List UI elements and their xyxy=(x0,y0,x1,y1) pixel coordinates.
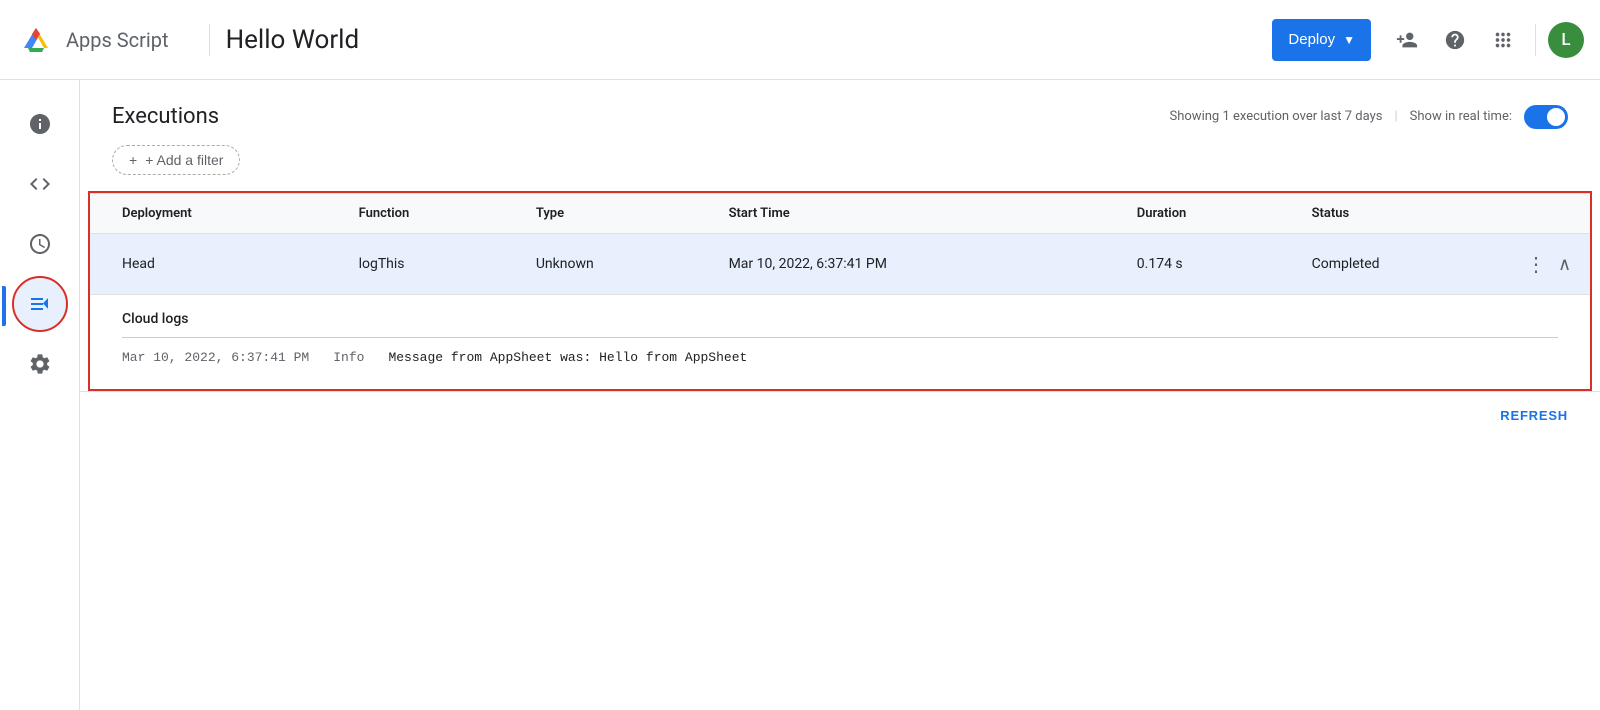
refresh-footer: REFRESH xyxy=(80,391,1600,439)
realtime-toggle[interactable]: ✓ xyxy=(1524,105,1568,129)
info-icon xyxy=(28,112,52,136)
executions-header: Executions Showing 1 execution over last… xyxy=(80,80,1600,145)
code-icon xyxy=(28,172,52,196)
log-timestamp: Mar 10, 2022, 6:37:41 PM xyxy=(122,350,309,365)
add-filter-label: + Add a filter xyxy=(145,152,223,168)
header-right-icons: L xyxy=(1387,20,1584,60)
sidebar-item-editor[interactable] xyxy=(12,156,68,212)
col-actions xyxy=(1510,194,1590,234)
add-filter-icon: + xyxy=(129,152,137,168)
executions-red-border-wrapper: Deployment Function Type Start Time Dura… xyxy=(88,191,1592,391)
log-level: Info xyxy=(333,350,364,365)
executions-icon xyxy=(28,292,52,316)
app-name-label: Apps Script xyxy=(66,28,169,52)
apps-script-logo xyxy=(16,20,56,60)
sidebar xyxy=(0,80,80,710)
executions-table: Deployment Function Type Start Time Dura… xyxy=(90,193,1590,294)
settings-icon xyxy=(28,352,52,376)
log-entry: Mar 10, 2022, 6:37:41 PM Info Message fr… xyxy=(122,350,1558,365)
header-vertical-divider xyxy=(209,24,210,56)
content-area: Executions Showing 1 execution over last… xyxy=(80,80,1600,710)
cell-start-time: Mar 10, 2022, 6:37:41 PM xyxy=(713,234,1121,295)
triggers-icon xyxy=(28,232,52,256)
header: Apps Script Hello World Deploy ▼ L xyxy=(0,0,1600,80)
col-type: Type xyxy=(520,194,713,234)
executions-meta-showing: Showing 1 execution over last 7 days xyxy=(1170,109,1383,124)
cloud-logs-divider xyxy=(122,337,1558,338)
main-layout: Executions Showing 1 execution over last… xyxy=(0,80,1600,710)
help-button[interactable] xyxy=(1435,20,1475,60)
col-function: Function xyxy=(343,194,520,234)
deploy-chevron-icon: ▼ xyxy=(1343,33,1355,47)
log-message: Message from AppSheet was: Hello from Ap… xyxy=(388,350,747,365)
sidebar-item-triggers[interactable] xyxy=(12,216,68,272)
add-person-icon xyxy=(1396,29,1418,51)
apps-grid-button[interactable] xyxy=(1483,20,1523,60)
cell-type: Unknown xyxy=(520,234,713,295)
refresh-button[interactable]: REFRESH xyxy=(1500,408,1568,423)
filter-row: + + Add a filter xyxy=(80,145,1600,191)
row-collapse-icon[interactable]: ∧ xyxy=(1558,254,1571,275)
sidebar-active-indicator xyxy=(2,286,6,326)
apps-grid-icon xyxy=(1492,29,1514,51)
logo-area: Apps Script xyxy=(16,20,169,60)
realtime-toggle-container: ✓ xyxy=(1524,105,1568,129)
cell-status: Completed xyxy=(1296,234,1510,295)
executions-meta: Showing 1 execution over last 7 days | S… xyxy=(235,105,1568,129)
cell-deployment: Head xyxy=(90,234,343,295)
sidebar-item-overview[interactable] xyxy=(12,96,68,152)
table-header-row: Deployment Function Type Start Time Dura… xyxy=(90,194,1590,234)
project-name-label: Hello World xyxy=(226,25,360,55)
col-duration: Duration xyxy=(1121,194,1296,234)
help-icon xyxy=(1444,29,1466,51)
sidebar-item-settings[interactable] xyxy=(12,336,68,392)
cloud-logs-section: Cloud logs Mar 10, 2022, 6:37:41 PM Info… xyxy=(90,294,1590,389)
deploy-label: Deploy xyxy=(1288,31,1335,48)
col-deployment: Deployment xyxy=(90,194,343,234)
header-right-divider xyxy=(1535,24,1536,56)
cloud-logs-title: Cloud logs xyxy=(122,311,1558,327)
sidebar-item-executions[interactable] xyxy=(12,276,68,332)
cell-duration: 0.174 s xyxy=(1121,234,1296,295)
add-filter-button[interactable]: + + Add a filter xyxy=(112,145,240,175)
executions-meta-realtime: Show in real time: xyxy=(1410,109,1512,124)
avatar[interactable]: L xyxy=(1548,22,1584,58)
executions-title: Executions xyxy=(112,104,219,129)
cell-row-actions: ⋮ ∧ xyxy=(1510,234,1590,294)
col-start-time: Start Time xyxy=(713,194,1121,234)
col-status: Status xyxy=(1296,194,1510,234)
meta-divider: | xyxy=(1394,109,1397,124)
add-person-button[interactable] xyxy=(1387,20,1427,60)
toggle-check-icon: ✓ xyxy=(1552,109,1563,124)
table-row[interactable]: Head logThis Unknown Mar 10, 2022, 6:37:… xyxy=(90,234,1590,295)
deploy-button[interactable]: Deploy ▼ xyxy=(1272,19,1371,61)
row-more-options-icon[interactable]: ⋮ xyxy=(1526,252,1546,276)
cell-function: logThis xyxy=(343,234,520,295)
